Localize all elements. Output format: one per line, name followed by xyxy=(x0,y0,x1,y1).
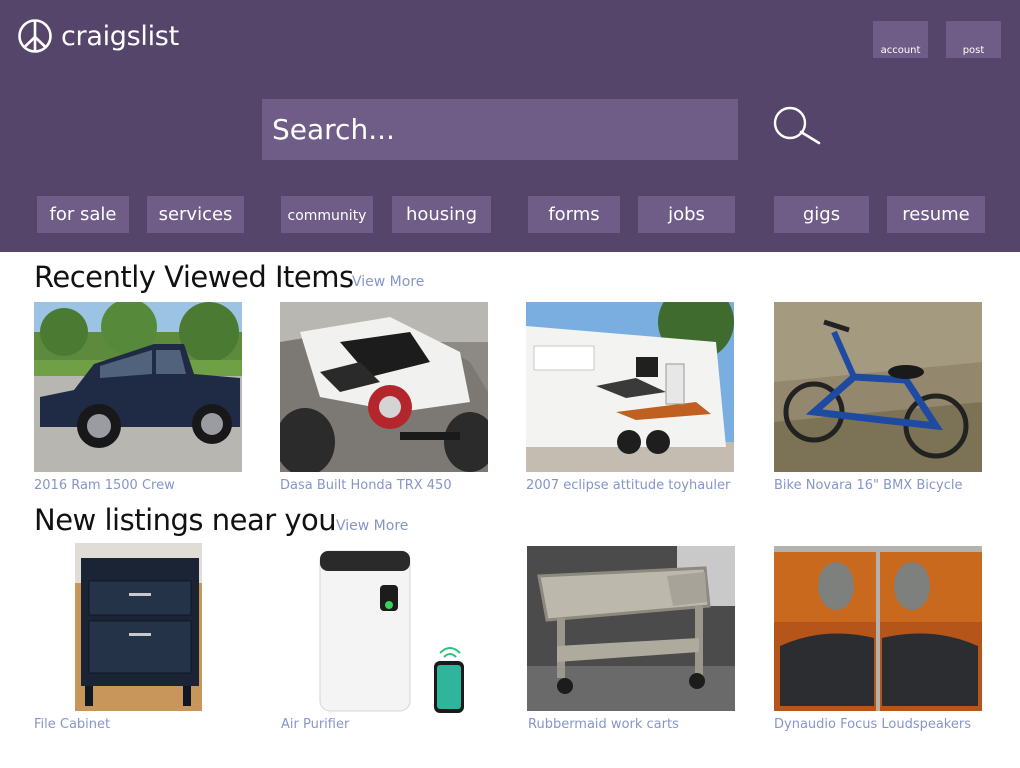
listing-label[interactable]: Dasa Built Honda TRX 450 xyxy=(280,478,452,493)
listing-label[interactable]: File Cabinet xyxy=(34,717,110,732)
listing-image-truck[interactable] xyxy=(34,302,242,472)
listing-label[interactable]: 2007 eclipse attitude toyhauler xyxy=(526,478,730,493)
listing-label[interactable]: Rubbermaid work carts xyxy=(528,717,679,732)
logo-text: craigslist xyxy=(61,20,179,52)
new-listings-title: New listings near you xyxy=(34,503,337,537)
listing-label[interactable]: 2016 Ram 1500 Crew xyxy=(34,478,175,493)
search-input[interactable] xyxy=(262,99,738,160)
listing-image-trailer[interactable] xyxy=(526,302,734,472)
category-services[interactable]: services xyxy=(147,196,244,233)
recent-view-more-link[interactable]: View More xyxy=(352,274,424,290)
category-gigs[interactable]: gigs xyxy=(774,196,869,233)
category-forms[interactable]: forms xyxy=(528,196,620,233)
listing-image-bike[interactable] xyxy=(774,302,982,472)
craigslist-logo[interactable]: craigslist xyxy=(17,18,179,54)
listing-image-work-cart[interactable] xyxy=(527,546,735,711)
site-header: craigslist account post for sale service… xyxy=(0,0,1020,252)
recently-viewed-title: Recently Viewed Items xyxy=(34,260,354,294)
listing-label[interactable]: Air Purifier xyxy=(281,717,349,732)
category-community[interactable]: community xyxy=(281,196,373,233)
search-icon[interactable] xyxy=(770,104,824,148)
peace-icon xyxy=(18,19,52,53)
listing-image-loudspeakers[interactable] xyxy=(774,546,982,711)
account-button[interactable]: account xyxy=(873,21,928,58)
listing-image-atv[interactable] xyxy=(280,302,488,472)
category-for-sale[interactable]: for sale xyxy=(37,196,129,233)
category-housing[interactable]: housing xyxy=(392,196,491,233)
nearby-view-more-link[interactable]: View More xyxy=(336,518,408,534)
listing-label[interactable]: Bike Novara 16" BMX Bicycle xyxy=(774,478,962,493)
listing-image-file-cabinet[interactable] xyxy=(75,543,202,711)
listing-label[interactable]: Dynaudio Focus Loudspeakers xyxy=(774,717,971,732)
category-resume[interactable]: resume xyxy=(887,196,985,233)
post-button[interactable]: post xyxy=(946,21,1001,58)
listing-image-air-purifier[interactable] xyxy=(310,543,472,715)
category-jobs[interactable]: jobs xyxy=(638,196,735,233)
